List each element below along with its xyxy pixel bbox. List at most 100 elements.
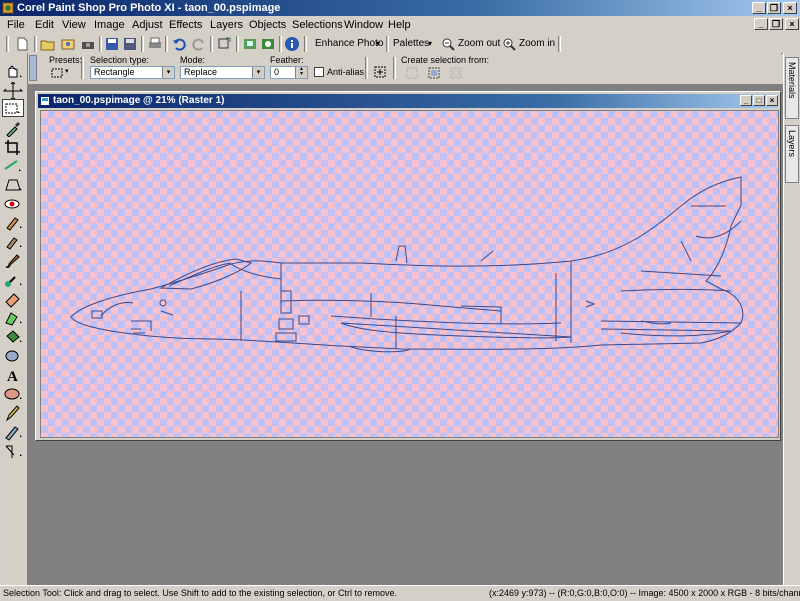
- undo-icon[interactable]: [171, 36, 187, 52]
- aircraft-line-drawing: [70, 176, 744, 353]
- crop-icon[interactable]: [216, 36, 232, 52]
- move-tool-icon[interactable]: [2, 82, 24, 100]
- palettes-arrow-icon[interactable]: ▾: [428, 37, 432, 50]
- menu-adjust[interactable]: Adjust: [132, 18, 163, 32]
- document-title-bar[interactable]: taon_00.pspimage @ 21% (Raster 1) _ □ ×: [38, 94, 778, 108]
- toolbar-separator: [141, 36, 144, 52]
- redo-icon[interactable]: [191, 36, 207, 52]
- open-file-icon[interactable]: [40, 36, 56, 52]
- zoom-in-button[interactable]: Zoom in: [519, 37, 555, 50]
- menu-image[interactable]: Image: [94, 18, 125, 32]
- doc-minimize-button[interactable]: _: [754, 18, 768, 30]
- presets-label: Presets:: [49, 55, 83, 65]
- app-title: Corel Paint Shop Pro Photo XI - taon_00.…: [17, 2, 281, 14]
- toolbar-separator: [386, 36, 389, 52]
- presets-button[interactable]: ▾: [51, 67, 73, 80]
- app-title-bar[interactable]: Corel Paint Shop Pro Photo XI - taon_00.…: [0, 0, 800, 16]
- palettes-button[interactable]: Palettes: [393, 37, 429, 50]
- clone-brush-icon[interactable]: [2, 214, 24, 232]
- materials-tab[interactable]: Materials: [785, 57, 799, 119]
- crop-tool-icon[interactable]: [2, 138, 24, 156]
- menu-help[interactable]: Help: [388, 18, 411, 32]
- antialias-checkbox[interactable]: [314, 67, 324, 77]
- restore-button[interactable]: ❐: [767, 2, 781, 14]
- save-icon[interactable]: [104, 36, 120, 52]
- print-icon[interactable]: [147, 36, 163, 52]
- menu-objects[interactable]: Objects: [249, 18, 286, 32]
- materials-tab-label: Materials: [787, 62, 797, 99]
- pan-tool-icon[interactable]: [2, 63, 24, 81]
- document-maximize-button[interactable]: □: [753, 95, 765, 106]
- select-all-icon[interactable]: [373, 65, 387, 79]
- palette-dock: Materials Layers: [783, 53, 800, 585]
- document-close-button[interactable]: ×: [766, 95, 778, 106]
- menu-file[interactable]: File: [7, 18, 25, 32]
- paint-brush-icon[interactable]: [2, 252, 24, 270]
- camera-icon[interactable]: [80, 36, 96, 52]
- gradient-icon[interactable]: [2, 347, 24, 365]
- toolbar-separator: [99, 36, 102, 52]
- feather-spinner-icon[interactable]: ▴ ▾: [295, 67, 307, 78]
- antialias-label: Anti-alias: [327, 67, 365, 77]
- menu-selections[interactable]: Selections: [292, 18, 343, 32]
- eraser-tool-icon[interactable]: [2, 290, 24, 308]
- menu-layers[interactable]: Layers: [210, 18, 243, 32]
- dodge-tool-icon[interactable]: [2, 233, 24, 251]
- selection-from-layer-icon[interactable]: [405, 66, 419, 80]
- zoom-out-icon[interactable]: [441, 37, 455, 51]
- svg-text:A: A: [7, 369, 18, 384]
- layers-tab[interactable]: Layers: [785, 125, 799, 183]
- selection-from-canvas-icon[interactable]: [427, 66, 441, 80]
- feather-input[interactable]: 0 ▴ ▾: [270, 66, 308, 79]
- presets-arrow-icon: ▾: [65, 68, 69, 75]
- mode-arrow-icon: ▾: [252, 67, 264, 78]
- selection-type-arrow-icon: ▾: [162, 67, 174, 78]
- picture-tube-icon[interactable]: [2, 309, 24, 327]
- straighten-tool-icon[interactable]: [2, 157, 24, 175]
- selection-tool-button[interactable]: [2, 99, 24, 117]
- dropper-tool-icon[interactable]: [2, 119, 24, 137]
- menu-effects[interactable]: Effects: [169, 18, 202, 32]
- new-file-icon[interactable]: [14, 36, 30, 52]
- menu-window[interactable]: Window: [344, 18, 383, 32]
- mode-label: Mode:: [180, 55, 206, 65]
- organizer-icon[interactable]: [242, 36, 258, 52]
- menu-edit[interactable]: Edit: [35, 18, 54, 32]
- info-icon[interactable]: [284, 36, 300, 52]
- enhance-photo-arrow-icon[interactable]: ▾: [376, 37, 380, 50]
- toolbar-separator: [236, 36, 239, 52]
- save-as-icon[interactable]: [122, 36, 138, 52]
- toolbar-separator: [304, 36, 307, 52]
- menu-view[interactable]: View: [62, 18, 86, 32]
- main-toolbar: Enhance Photo ▾ Palettes ▾ Zoom out Zoom…: [0, 34, 800, 54]
- zoom-out-button[interactable]: Zoom out: [458, 37, 500, 50]
- art-media-icon[interactable]: [2, 442, 24, 460]
- feather-label: Feather:: [270, 55, 304, 65]
- preset-shape-icon[interactable]: [2, 385, 24, 403]
- enhance-photo-button[interactable]: Enhance Photo: [315, 37, 383, 50]
- mode-select[interactable]: Replace ▾: [180, 66, 265, 79]
- retouch-brush-icon[interactable]: [2, 423, 24, 441]
- document-minimize-button[interactable]: _: [740, 95, 752, 106]
- warp-brush-icon[interactable]: [2, 271, 24, 289]
- flood-fill-icon[interactable]: [2, 328, 24, 346]
- perspective-tool-icon[interactable]: [2, 176, 24, 194]
- pen-tool-icon[interactable]: [2, 404, 24, 422]
- selection-marquee-icon: [51, 68, 63, 78]
- minimize-button[interactable]: _: [752, 2, 766, 14]
- toolbar-grip: [6, 36, 9, 52]
- options-separator: [393, 57, 396, 79]
- document-icon: [41, 97, 49, 105]
- refresh-icon[interactable]: [260, 36, 276, 52]
- doc-restore-button[interactable]: ❐: [769, 18, 783, 30]
- doc-close-button[interactable]: ×: [785, 18, 799, 30]
- red-eye-tool-icon[interactable]: [2, 195, 24, 213]
- zoom-in-icon[interactable]: [502, 37, 516, 51]
- selection-from-vector-icon[interactable]: [449, 66, 463, 80]
- toolbar-separator: [34, 36, 37, 52]
- close-button[interactable]: ×: [783, 2, 797, 14]
- image-canvas[interactable]: [40, 110, 779, 438]
- selection-type-select[interactable]: Rectangle ▾: [90, 66, 175, 79]
- text-tool-icon[interactable]: A: [2, 366, 24, 384]
- browse-icon[interactable]: [60, 36, 76, 52]
